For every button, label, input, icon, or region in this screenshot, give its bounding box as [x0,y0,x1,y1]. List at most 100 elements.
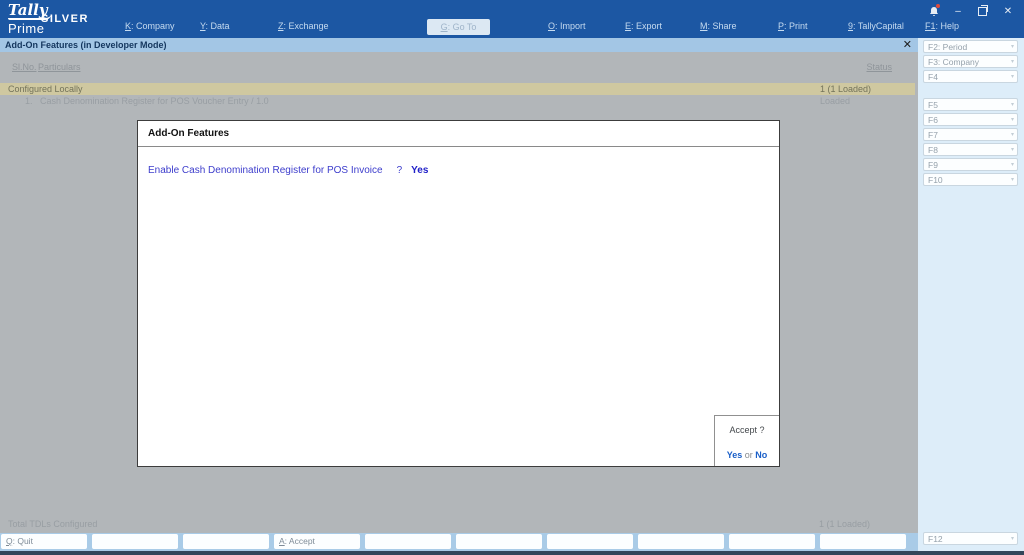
menu-go-to-button[interactable]: G: Go To [427,19,490,35]
header-slno: Sl.No. [12,62,37,72]
add-on-features-dialog: Add-On Features Enable Cash Denomination… [137,120,780,467]
dropdown-caret-icon: ▾ [1011,129,1014,141]
group-label: Configured Locally [8,83,83,95]
accept-no-button[interactable]: No [755,450,767,460]
fkey-f10-button[interactable]: F10 ▾ [923,173,1018,186]
menu-company[interactable]: K: Company [125,21,175,31]
menu-label: : Import [555,21,586,31]
menu-key: M [700,21,708,31]
header-particulars: Particulars [38,62,81,72]
bottom-empty-button[interactable] [92,534,178,549]
bottom-empty-button[interactable] [638,534,724,549]
menu-share[interactable]: M: Share [700,21,737,31]
footer-status: 1 (1 Loaded) [819,518,870,530]
dialog-field-row: Enable Cash Denomination Register for PO… [148,165,779,176]
fkey-key: F12 [928,534,943,544]
menu-exchange[interactable]: Z: Exchange [278,21,329,31]
bottom-button-bar: Q: Quit A: Accept [0,533,918,551]
dropdown-caret-icon: ▾ [1011,41,1014,53]
menu-key: O [548,21,555,31]
report-title-bar: Add-On Features (in Developer Mode) ✕ [0,38,918,52]
row-slno: 1. [25,96,33,107]
fkey-key: F5 [928,100,938,110]
accept-or-text: or [745,450,753,460]
fkey-f7-button[interactable]: F7▾ [923,128,1018,141]
fkey-key: F10 [928,175,943,185]
panel-spacer [918,83,1024,96]
menu-label: : Print [784,21,808,31]
fkey-key: F6 [928,115,938,125]
dropdown-caret-icon: ▾ [1011,71,1014,83]
fkey-key: F2 [928,42,938,52]
window-bottom-border [0,551,1024,555]
dropdown-caret-icon: ▾ [1011,174,1014,186]
accept-yes-button[interactable]: Yes [727,450,743,460]
bottom-empty-button[interactable] [456,534,542,549]
fkey-f2-period-button[interactable]: F2: Period ▾ [923,40,1018,53]
menu-label: : Share [708,21,737,31]
fkey-label: : Period [938,42,967,52]
logo-prime-text: Prime [8,21,44,36]
dropdown-caret-icon: ▾ [1011,56,1014,68]
accept-confirmation-box: Accept ? Yes or No [714,415,779,466]
dropdown-caret-icon: ▾ [1011,99,1014,111]
bottom-empty-button[interactable] [365,534,451,549]
menu-label: : TallyCapital [853,21,904,31]
report-close-button[interactable]: ✕ [903,38,912,52]
fkey-f5-button[interactable]: F5 ▾ [923,98,1018,111]
edition-badge: SILVER [41,13,89,25]
restore-icon [978,7,987,16]
fkey-f3-company-button[interactable]: F3: Company ▾ [923,55,1018,68]
fkey-key: F4 [928,72,938,82]
menu-help[interactable]: F1: Help [925,21,959,31]
row-particulars: Cash Denomination Register for POS Vouch… [40,96,269,107]
bottom-key: Q [6,536,13,546]
accept-prompt: Accept ? [715,425,779,435]
menu-label: : Go To [448,22,477,32]
notification-bell-icon[interactable] [926,4,942,18]
group-status: 1 (1 Loaded) [820,83,871,95]
field-label: Enable Cash Denomination Register for PO… [148,165,383,176]
row-status: Loaded [820,96,850,107]
fkey-f12-button[interactable]: F12▾ [923,532,1018,545]
table-row[interactable]: 1. Cash Denomination Register for POS Vo… [0,96,915,107]
table-footer-row: Total TDLs Configured 1 (1 Loaded) [0,518,915,530]
notification-dot [936,4,940,8]
menu-label: : Help [936,21,960,31]
dropdown-caret-icon: ▾ [1011,159,1014,171]
fkey-f4-button[interactable]: F4 ▾ [923,70,1018,83]
menu-data[interactable]: Y: Data [200,21,230,31]
menu-label: : Company [131,21,175,31]
field-value-yes[interactable]: Yes [411,165,428,176]
menu-key: F1 [925,21,936,31]
bottom-empty-button[interactable] [729,534,815,549]
bottom-empty-button[interactable] [820,534,906,549]
bottom-empty-button[interactable] [547,534,633,549]
fkey-label: : Company [938,57,979,67]
menu-import[interactable]: O: Import [548,21,586,31]
minimize-button[interactable]: – [950,4,966,18]
page-title: Add-On Features (in Developer Mode) [5,38,167,52]
menu-export[interactable]: E: Export [625,21,662,31]
dialog-title: Add-On Features [138,121,779,147]
fkey-f6-button[interactable]: F6▾ [923,113,1018,126]
fkey-key: F8 [928,145,938,155]
field-question-mark: ? [397,165,403,176]
bottom-empty-button[interactable] [183,534,269,549]
menu-key: G [441,22,448,32]
fkey-f9-button[interactable]: F9▾ [923,158,1018,171]
fkey-f8-button[interactable]: F8▾ [923,143,1018,156]
top-bar: Tally Prime SILVER K: Company Y: Data Z:… [0,0,1024,38]
restore-button[interactable] [974,4,990,18]
bottom-quit-button[interactable]: Q: Quit [1,534,87,549]
bottom-label: : Quit [13,536,33,546]
fkey-key: F3 [928,57,938,67]
header-status: Status [866,62,892,72]
menu-label: : Data [206,21,230,31]
bottom-accept-button[interactable]: A: Accept [274,534,360,549]
minimize-icon: – [955,6,961,17]
window-close-button[interactable]: ✕ [1000,4,1016,18]
bottom-label: : Accept [285,536,315,546]
menu-print[interactable]: P: Print [778,21,808,31]
menu-tallycapital[interactable]: 9: TallyCapital [848,21,904,31]
